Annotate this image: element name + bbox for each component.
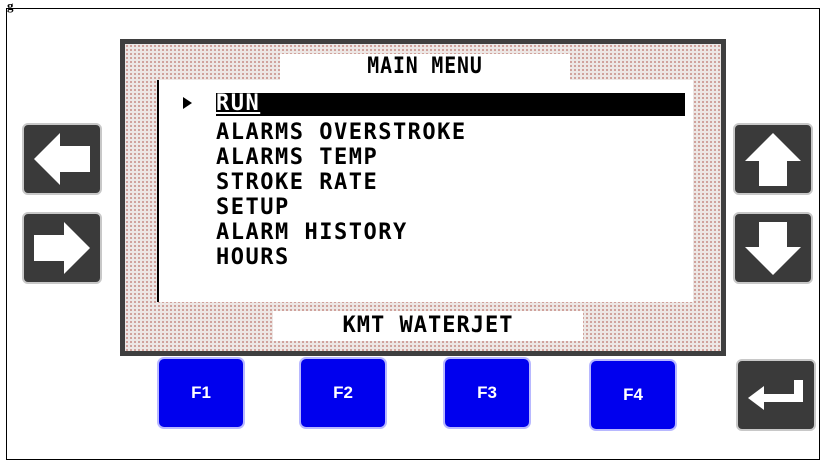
right-button[interactable] <box>22 212 102 284</box>
down-button[interactable] <box>733 212 813 284</box>
selection-cursor-icon <box>183 97 192 109</box>
left-button[interactable] <box>22 123 102 195</box>
menu-item-run[interactable]: RUN <box>216 93 685 116</box>
title-box: MAIN MENU <box>280 54 570 80</box>
up-button[interactable] <box>733 123 813 195</box>
f2-key[interactable]: F2 <box>299 357 387 429</box>
f4-key[interactable]: F4 <box>589 359 677 431</box>
screen-footer: KMT WATERJET <box>342 313 514 338</box>
down-arrow-icon <box>745 222 801 275</box>
menu-item-alarm-history[interactable]: ALARM HISTORY <box>216 222 408 244</box>
enter-icon <box>748 380 803 410</box>
menu-panel: RUN ALARMS OVERSTROKE ALARMS TEMP STROKE… <box>157 80 693 302</box>
lcd-screen: MAIN MENU RUN ALARMS OVERSTROKE ALARMS T… <box>125 44 721 351</box>
f1-key[interactable]: F1 <box>157 357 245 429</box>
f3-key[interactable]: F3 <box>443 357 531 429</box>
left-arrow-icon <box>34 133 90 185</box>
screen-title: MAIN MENU <box>367 54 483 79</box>
footer-box: KMT WATERJET <box>273 311 583 341</box>
hmi-panel: g MAIN MENU RUN ALARMS OVERSTROKE ALARMS… <box>6 0 820 460</box>
caption-label: g <box>7 0 14 13</box>
menu-item-stroke-rate[interactable]: STROKE RATE <box>216 172 378 194</box>
enter-button[interactable] <box>736 359 816 431</box>
menu-item-alarms-overstroke[interactable]: ALARMS OVERSTROKE <box>216 122 467 144</box>
up-arrow-icon <box>745 133 801 186</box>
right-arrow-icon <box>34 222 90 274</box>
menu-item-alarms-temp[interactable]: ALARMS TEMP <box>216 147 378 169</box>
menu-item-setup[interactable]: SETUP <box>216 197 290 219</box>
menu-item-hours[interactable]: HOURS <box>216 247 290 269</box>
